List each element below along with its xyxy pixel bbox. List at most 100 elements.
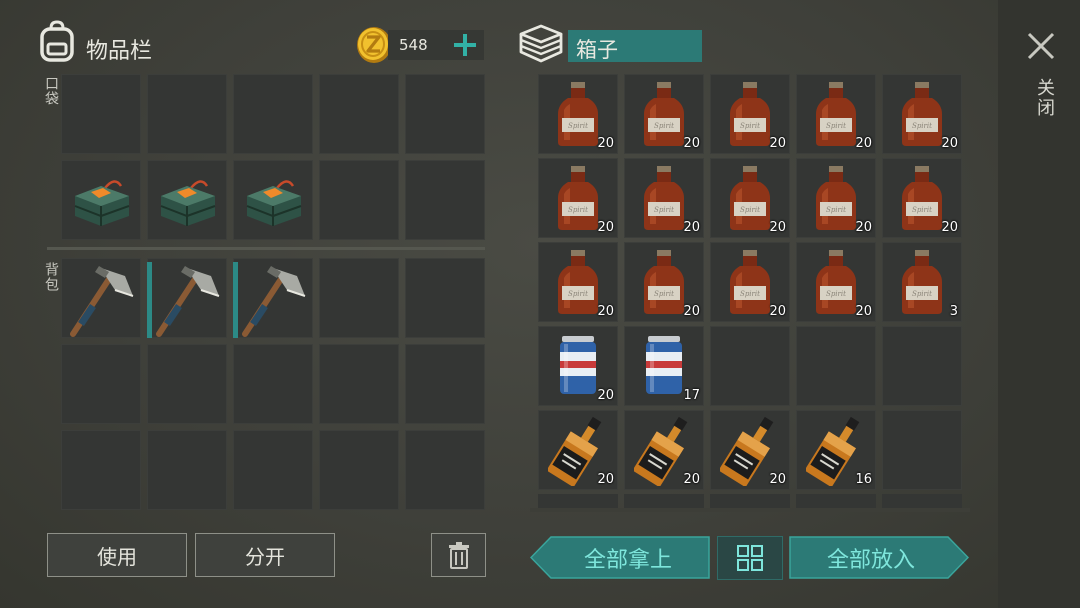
backpack-slot[interactable] (319, 258, 399, 338)
sort-button[interactable] (717, 536, 783, 580)
backpack-slot[interactable] (233, 430, 313, 510)
close-button[interactable] (1025, 30, 1057, 62)
box-slot[interactable]: Spirit 20 (624, 242, 704, 322)
box-slot[interactable]: Spirit 20 (882, 74, 962, 154)
c4-explosive-icon (160, 180, 216, 226)
box-slot[interactable] (796, 326, 876, 406)
backpack-slot[interactable] (61, 258, 141, 338)
pocket-slot[interactable] (233, 74, 313, 154)
item-count: 20 (683, 136, 700, 151)
c4-explosive-icon (246, 180, 302, 226)
pocket-slot[interactable] (405, 74, 485, 154)
backpack-slot[interactable] (319, 344, 399, 424)
bottle-label-text: Spirit (654, 290, 674, 298)
bottle-label-text: Spirit (654, 206, 674, 214)
box-slot[interactable] (710, 326, 790, 406)
backpack-slot[interactable] (147, 344, 227, 424)
box-slot[interactable]: Spirit 20 (538, 158, 618, 238)
box-slot[interactable] (882, 326, 962, 406)
backpack-slot[interactable] (147, 430, 227, 510)
backpack-slot[interactable] (405, 258, 485, 338)
box-slot[interactable]: 20 (624, 410, 704, 490)
pocket-slot[interactable] (319, 74, 399, 154)
grid-sort-icon (737, 545, 763, 571)
trash-button[interactable] (431, 533, 486, 577)
box-slot[interactable]: 16 (796, 410, 876, 490)
put-all-button[interactable]: 全部放入 (789, 536, 969, 579)
spirit-bottle-icon: Spirit (558, 82, 598, 146)
spirit-bottle-icon: Spirit (902, 82, 942, 146)
item-count: 20 (597, 304, 614, 319)
backpack-slot[interactable] (405, 344, 485, 424)
item-count: 20 (597, 136, 614, 151)
backpack-slot[interactable] (61, 344, 141, 424)
box-slot[interactable]: Spirit 20 (710, 242, 790, 322)
box-slot[interactable]: 20 (538, 326, 618, 406)
box-icon (518, 24, 564, 64)
box-slot[interactable]: Spirit 3 (882, 242, 962, 322)
spirit-bottle-icon: Spirit (644, 82, 684, 146)
box-slot[interactable]: Spirit 20 (796, 242, 876, 322)
box-slot[interactable]: Spirit 20 (624, 158, 704, 238)
bottle-label-text: Spirit (826, 122, 846, 130)
hatchet-icon (242, 266, 306, 337)
box-slot[interactable]: Spirit 20 (796, 74, 876, 154)
backpack-slot[interactable] (319, 430, 399, 510)
take-all-button[interactable]: 全部拿上 (530, 536, 710, 579)
spirit-bottle-icon: Spirit (816, 166, 856, 230)
spirit-bottle-icon: Spirit (730, 82, 770, 146)
item-count: 16 (855, 472, 872, 487)
item-count: 20 (683, 472, 700, 487)
backpack-slot[interactable] (233, 258, 313, 338)
backpack-slot[interactable] (61, 430, 141, 510)
box-slot[interactable]: Spirit 20 (538, 74, 618, 154)
pocket-label: 口袋 (43, 76, 59, 106)
pocket-slot[interactable] (147, 160, 227, 240)
split-button[interactable]: 分开 (195, 533, 335, 577)
spirit-bottle-icon: Spirit (902, 250, 942, 314)
item-count: 20 (683, 220, 700, 235)
take-all-label: 全部拿上 (583, 547, 672, 573)
hatchet-icon (156, 266, 220, 337)
bottle-label-text: Spirit (912, 206, 932, 214)
close-label: 关闭 (1034, 78, 1055, 118)
add-coins-button[interactable] (453, 33, 477, 57)
box-slot[interactable] (882, 410, 962, 490)
box-slot[interactable]: Spirit 20 (538, 242, 618, 322)
pocket-slot[interactable] (319, 160, 399, 240)
spirit-bottle-icon: Spirit (558, 166, 598, 230)
box-slot[interactable]: 20 (538, 410, 618, 490)
item-count: 20 (597, 388, 614, 403)
box-slot[interactable]: Spirit 20 (796, 158, 876, 238)
box-slot[interactable]: Spirit 20 (882, 158, 962, 238)
pocket-slot[interactable] (61, 160, 141, 240)
bottle-label-text: Spirit (568, 206, 588, 214)
box-slot[interactable]: Spirit 20 (624, 74, 704, 154)
backpack-slot[interactable] (147, 258, 227, 338)
item-count: 20 (597, 472, 614, 487)
backpack-slot[interactable] (233, 344, 313, 424)
bottle-label-text: Spirit (568, 122, 588, 130)
backpack-icon (38, 20, 76, 62)
bottle-label-text: Spirit (826, 206, 846, 214)
pocket-slot[interactable] (405, 160, 485, 240)
box-slot[interactable]: 20 (710, 410, 790, 490)
item-count: 20 (769, 220, 786, 235)
backpack-label: 背包 (43, 262, 59, 292)
backpack-slot[interactable] (405, 430, 485, 510)
beer-can-icon (646, 336, 682, 394)
pocket-slot[interactable] (61, 74, 141, 154)
spirit-bottle-icon: Spirit (816, 82, 856, 146)
item-count: 20 (941, 136, 958, 151)
box-slot[interactable]: 17 (624, 326, 704, 406)
pocket-slot[interactable] (233, 160, 313, 240)
bottle-label-text: Spirit (912, 122, 932, 130)
item-count: 20 (769, 136, 786, 151)
box-slot[interactable]: Spirit 20 (710, 158, 790, 238)
box-slot[interactable]: Spirit 20 (710, 74, 790, 154)
box-grid (0, 0, 1, 1)
hatchet-icon (70, 266, 134, 337)
use-button[interactable]: 使用 (47, 533, 187, 577)
pocket-slot[interactable] (147, 74, 227, 154)
box-title: 箱子 (576, 38, 618, 62)
